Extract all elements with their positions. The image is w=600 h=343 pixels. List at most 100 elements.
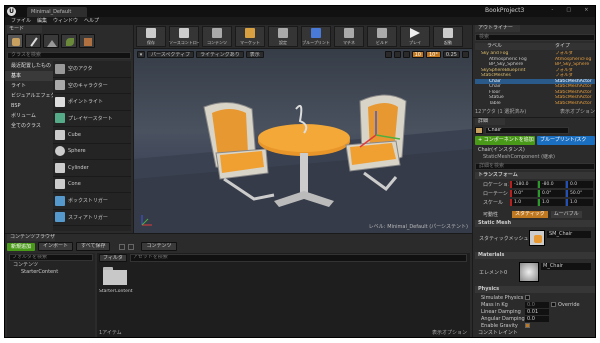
category-basic[interactable]: 基本 <box>5 71 53 81</box>
asset-search-input[interactable]: アセットを検索 <box>129 254 467 262</box>
transform-field[interactable]: -80.0 <box>538 181 565 188</box>
simulate-physics-checkbox[interactable] <box>525 295 530 300</box>
minimize-button[interactable]: - <box>552 7 554 15</box>
viewport-menu-button[interactable]: ▾ <box>137 51 145 58</box>
landscape-mode-icon[interactable] <box>43 34 59 48</box>
transform-field[interactable]: 1.0 <box>538 199 565 206</box>
filter-button[interactable]: フィルタ <box>99 254 127 262</box>
mode-item[interactable]: プレイヤースタート <box>53 111 131 127</box>
rotate-mode-icon[interactable] <box>393 51 401 58</box>
mode-item[interactable]: Cone <box>53 177 131 193</box>
outliner-row[interactable]: Table StaticMeshActor <box>475 101 595 107</box>
menu-window[interactable]: ウィンドウ <box>53 17 78 25</box>
material-value[interactable]: M_Chair <box>541 263 591 270</box>
perspective-button[interactable]: パースペクティブ <box>147 51 195 58</box>
menu-file[interactable]: ファイル <box>11 17 31 25</box>
toolbar-button-8[interactable]: プレイ <box>400 26 430 47</box>
mass-field[interactable]: 0.0 <box>525 301 549 308</box>
mode-item[interactable]: Cylinder <box>53 160 131 177</box>
materials-header[interactable]: Materials <box>475 252 595 259</box>
mode-item[interactable]: 空のアクタ <box>53 61 131 78</box>
maximize-button[interactable]: □ <box>566 7 571 15</box>
toolbar-button-9[interactable]: 起動 <box>433 26 463 47</box>
folder-search-input[interactable]: フォルダを検索 <box>9 254 93 261</box>
mobility-movable[interactable]: ムーバブル <box>550 210 582 218</box>
column-type[interactable]: タイプ <box>555 43 595 50</box>
angle-snap-value[interactable]: 10° <box>425 51 441 58</box>
mode-item[interactable]: スフィアトリガー <box>53 210 131 226</box>
save-all-button[interactable]: すべて保存 <box>76 242 111 251</box>
foliage-mode-icon[interactable] <box>61 34 77 48</box>
physics-header[interactable]: Physics <box>475 286 595 293</box>
details-tab[interactable]: 詳細 <box>475 118 505 125</box>
path-breadcrumb[interactable]: コンテンツ <box>141 242 177 251</box>
toolbar-button-0[interactable]: 保存 <box>136 26 166 47</box>
static-mesh-value[interactable]: SM_Chair <box>547 231 591 238</box>
new-asset-button[interactable]: 新規追加 <box>7 242 36 251</box>
override-checkbox[interactable] <box>551 302 556 307</box>
folder-icon[interactable] <box>103 265 127 285</box>
transform-field[interactable]: 1.0 <box>566 199 593 206</box>
close-button[interactable]: × <box>584 7 588 15</box>
forward-arrow-icon[interactable] <box>128 243 135 250</box>
back-arrow-icon[interactable] <box>119 243 126 250</box>
tree-starter-content[interactable]: StarterContent <box>7 269 95 276</box>
mode-item[interactable]: Cube <box>53 127 131 144</box>
actor-instance[interactable]: Chair(インスタンス) <box>475 147 595 154</box>
lit-button[interactable]: ライティングあり <box>196 51 244 58</box>
mesh-component[interactable]: StaticMeshComponent (継承) <box>475 154 595 161</box>
transform-field[interactable]: 50.0° <box>566 190 593 197</box>
viewport[interactable]: ▾ パースペクティブ ライティングあり 表示 10 10° 0.25 レベル: … <box>134 49 472 233</box>
toolbar-button-6[interactable]: マチネ <box>334 26 364 47</box>
category-all-classes[interactable]: 全てのクラス <box>5 121 53 131</box>
static-mesh-header[interactable]: Static Mesh <box>475 220 595 227</box>
constraints-row[interactable]: コンストレイント <box>475 330 595 337</box>
mode-item[interactable]: ポイントライト <box>53 94 131 111</box>
toolbar-button-5[interactable]: ブループリント <box>301 26 331 47</box>
material-thumbnail-icon[interactable] <box>519 262 539 282</box>
content-view-options[interactable]: 表示オプション <box>432 329 467 336</box>
blueprint-script-button[interactable]: ブループリント/スク <box>537 136 595 145</box>
linear-damping-field[interactable]: 0.01 <box>525 308 549 315</box>
menu-help[interactable]: ヘルプ <box>84 17 99 25</box>
transform-field[interactable]: 1.0 <box>510 199 537 206</box>
modes-search-input[interactable]: クラスを検索 <box>7 52 131 59</box>
modes-tab[interactable]: モード <box>7 25 42 33</box>
category-volumes[interactable]: ボリューム <box>5 111 53 121</box>
mode-item[interactable]: Sphere <box>53 144 131 160</box>
scale-snap-value[interactable]: 0.25 <box>442 51 460 58</box>
add-component-button[interactable]: + コンポーネントを追加 <box>475 136 535 145</box>
mode-item[interactable]: ボックストリガー <box>53 193 131 210</box>
show-button[interactable]: 表示 <box>245 51 264 58</box>
outliner-tab[interactable]: アウトライナー <box>475 25 520 32</box>
content-browser-tab[interactable]: コンテンツブラウザ <box>7 234 55 241</box>
mobility-static[interactable]: スタティック <box>512 210 548 218</box>
column-label[interactable]: ラベル <box>475 43 555 50</box>
category-visual-effects[interactable]: ビジュアルエフェクト <box>5 91 53 101</box>
category-lights[interactable]: ライト <box>5 81 53 91</box>
outliner-search-input[interactable]: 検索 <box>475 34 595 41</box>
toolbar-button-2[interactable]: コンテンツ <box>202 26 232 47</box>
actor-name-field[interactable]: Chair <box>485 127 569 134</box>
mesh-thumbnail-icon[interactable] <box>529 230 545 246</box>
details-search-input[interactable]: 詳細を検索 <box>475 163 595 170</box>
level-tab[interactable]: Minimal_Default <box>27 7 87 17</box>
toolbar-button-7[interactable]: ビルド <box>367 26 397 47</box>
category-bsp[interactable]: BSP <box>5 101 53 111</box>
paint-mode-icon[interactable] <box>25 34 41 48</box>
place-mode-icon[interactable] <box>7 34 23 48</box>
translate-mode-icon[interactable] <box>384 51 392 58</box>
grid-snap-value[interactable]: 10 <box>411 51 424 58</box>
mode-item[interactable]: 空のキャラクター <box>53 78 131 94</box>
menu-edit[interactable]: 編集 <box>37 17 47 25</box>
toolbar-button-3[interactable]: マーケット <box>235 26 265 47</box>
toolbar-button-1[interactable]: ソースコントロール <box>169 26 199 47</box>
angular-damping-field[interactable]: 0.0 <box>525 315 549 322</box>
transform-field[interactable]: 0.0° <box>538 190 565 197</box>
transform-field[interactable]: -180.0 <box>510 181 537 188</box>
transform-field[interactable]: 0.0° <box>510 190 537 197</box>
transform-header[interactable]: トランスフォーム <box>475 172 595 179</box>
toolbar-button-4[interactable]: 設定 <box>268 26 298 47</box>
transform-field[interactable]: 0.0 <box>566 181 593 188</box>
asset-name[interactable]: StarterContent <box>99 289 133 294</box>
